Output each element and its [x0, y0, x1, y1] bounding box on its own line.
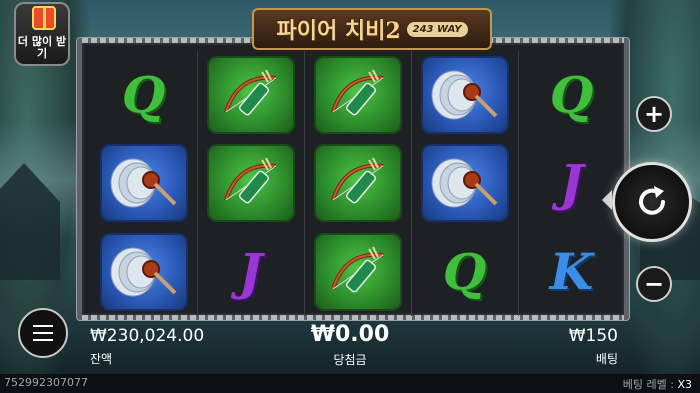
- plus-icon: +: [643, 100, 665, 128]
- reel-cell: Q: [411, 228, 518, 316]
- feather-fan-symbol-icon: [420, 56, 509, 135]
- bet-label: 배팅: [595, 352, 618, 366]
- feather-fan-symbol-icon: [99, 232, 188, 311]
- reel-cell: [304, 228, 411, 316]
- symbol-j: J: [238, 241, 263, 301]
- reel-cell: J: [518, 139, 625, 227]
- feather-fan-symbol-icon: [99, 144, 188, 223]
- reel-cell: [411, 139, 518, 227]
- bow-quiver-symbol-icon: [313, 232, 402, 311]
- bet-decrease-button[interactable]: −: [636, 266, 672, 302]
- feather-fan-symbol-icon: [420, 144, 509, 223]
- balance-group: ₩230,024.00 잔액: [90, 326, 204, 367]
- gift-icon: [32, 6, 56, 30]
- balance-label: 잔액: [90, 352, 113, 366]
- bet-increase-button[interactable]: +: [636, 96, 672, 132]
- reel-cell: [197, 51, 304, 139]
- more-wins-button[interactable]: 더 많이 받기: [14, 2, 70, 66]
- symbol-q: Q: [442, 241, 487, 301]
- balance-value: ₩230,024.00: [90, 326, 205, 346]
- more-wins-label: 더 많이 받기: [17, 34, 67, 60]
- game-logo: 파이어 치비2 243 WAY: [252, 8, 492, 50]
- win-value: ₩0.00: [310, 322, 390, 347]
- status-bar: ₩230,024.00 잔액 ₩0.00 당첨금 ₩150 배팅: [0, 320, 700, 375]
- bow-quiver-symbol-icon: [206, 144, 295, 223]
- win-group: ₩0.00 당첨금: [300, 322, 400, 368]
- symbol-j: J: [559, 153, 584, 213]
- spin-arrow-left-icon: [602, 190, 612, 210]
- reel-cell: Q: [90, 51, 197, 139]
- bet-level-label: 베팅 레벨 :: [622, 378, 674, 391]
- bet-level-value: X3: [677, 378, 692, 391]
- reel-cell: [90, 228, 197, 316]
- reel-cell: [304, 139, 411, 227]
- reel-cell: Q: [518, 51, 625, 139]
- symbol-k: K: [549, 241, 594, 301]
- bow-quiver-symbol-icon: [206, 56, 295, 135]
- win-label: 당첨금: [333, 353, 367, 367]
- symbol-q: Q: [121, 65, 166, 125]
- ways-badge: 243 WAY: [406, 21, 468, 37]
- reel-cell: [411, 51, 518, 139]
- reel-cell: [304, 51, 411, 139]
- symbol-q: Q: [549, 65, 594, 125]
- bow-quiver-symbol-icon: [313, 56, 402, 135]
- session-id: 752992307077: [4, 376, 88, 389]
- reel-cell: J: [197, 228, 304, 316]
- bow-quiver-symbol-icon: [313, 144, 402, 223]
- reel-cell: K: [518, 228, 625, 316]
- reel-grid: QQJJQK: [90, 51, 625, 316]
- game-title: 파이어 치비2: [276, 18, 401, 44]
- spin-icon: [639, 186, 665, 215]
- bet-group: ₩150 배팅: [548, 326, 618, 367]
- bet-level: 베팅 레벨 : X3: [623, 376, 692, 392]
- spin-button[interactable]: [612, 162, 692, 242]
- footer-bar: 752992307077 베팅 레벨 : X3: [0, 374, 700, 393]
- bet-value: ₩150: [568, 326, 618, 346]
- reel-cell: [197, 139, 304, 227]
- reel-cell: [90, 139, 197, 227]
- reel-frame: QQJJQK: [77, 38, 629, 320]
- minus-icon: −: [643, 270, 665, 298]
